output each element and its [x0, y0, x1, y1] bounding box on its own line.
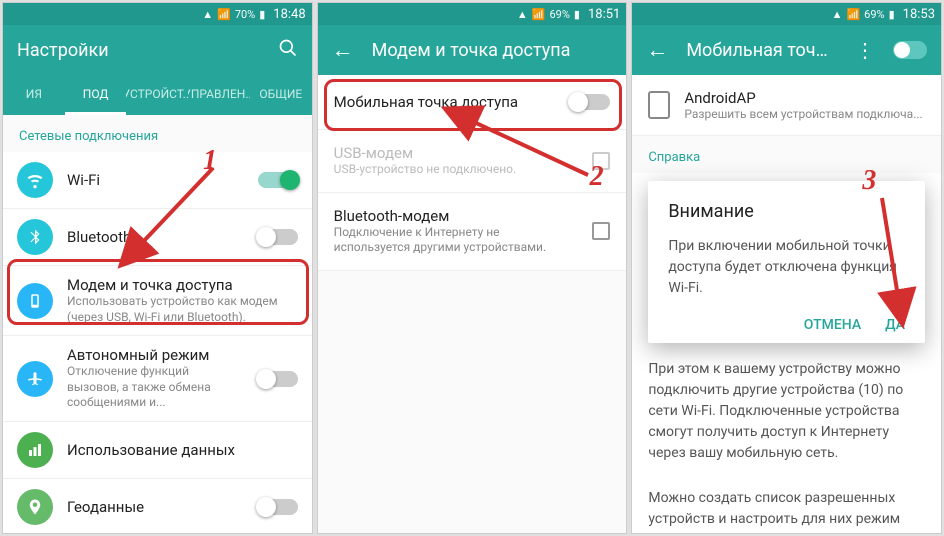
bluetooth-label: Bluetooth — [67, 228, 244, 246]
battery-icon: ▮ — [574, 8, 580, 21]
row-usb-modem: USB-модем USB-устройство не подключено. — [318, 130, 627, 193]
wifi-icon — [17, 162, 53, 198]
location-label: Геоданные — [67, 498, 244, 516]
hotspot-label: Мобильная точка доступа — [334, 93, 557, 111]
tab-4[interactable]: УПРАВЛЕН... — [188, 75, 250, 115]
annotation-number-3: 3 — [862, 165, 876, 197]
row-airplane[interactable]: Автономный режим Отключение функций вызо… — [3, 336, 312, 422]
airplane-label: Автономный режим — [67, 346, 244, 364]
help-text-2: Можно создать список разрешенных устройс… — [632, 476, 941, 534]
page-title: Настройки — [17, 40, 260, 61]
tethering-label: Модем и точка доступа — [67, 276, 298, 294]
section-network: Сетевые подключения — [3, 115, 312, 152]
screen-tethering: ▲ 📶 69% ▮ 18:51 ← Модем и точка доступа … — [317, 2, 628, 534]
status-bar: ▲ 📶 70% ▮ 18:48 — [3, 3, 312, 25]
app-bar: Настройки — [3, 25, 312, 75]
row-tethering[interactable]: Модем и точка доступа Использовать устро… — [3, 266, 312, 336]
row-wifi[interactable]: Wi-Fi — [3, 152, 312, 209]
annotation-number-1: 1 — [203, 145, 217, 177]
airplane-sub: Отключение функций вызовов, а также обме… — [67, 364, 244, 411]
signal-icon: 📶 — [846, 8, 860, 21]
search-icon[interactable] — [278, 38, 298, 63]
ap-name: AndroidAP — [684, 89, 925, 107]
clock: 18:53 — [903, 7, 935, 22]
tethering-icon — [17, 283, 53, 319]
ap-sub: Разрешить всем устройствам подключа... — [684, 107, 925, 121]
cancel-button[interactable]: ОТМЕНА — [804, 317, 861, 333]
battery-text: 69% — [549, 8, 569, 21]
dialog-attention: Внимание При включении мобильной точки д… — [648, 181, 925, 343]
tab-5[interactable]: ОБЩИЕ — [250, 75, 312, 115]
airplane-icon — [17, 361, 53, 397]
row-datausage[interactable]: Использование данных — [3, 422, 312, 479]
page-title: Мобильная точка дост... — [686, 40, 837, 61]
app-bar: ← Мобильная точка дост... ⋮ — [632, 25, 941, 75]
clock: 18:48 — [273, 7, 305, 22]
back-icon[interactable]: ← — [646, 37, 668, 63]
wifi-label: Wi-Fi — [67, 171, 244, 189]
tab-3[interactable]: УСТРОЙСТ... — [126, 75, 188, 115]
battery-icon: ▮ — [889, 8, 895, 21]
datausage-icon — [17, 432, 53, 468]
signal-icon: 📶 — [532, 8, 546, 21]
usb-label: USB-модем — [334, 144, 579, 162]
tab-2[interactable]: ПОД — [65, 75, 127, 115]
screen-hotspot: ▲ 📶 69% ▮ 18:53 ← Мобильная точка дост..… — [631, 2, 942, 534]
ok-button[interactable]: ДА — [885, 317, 905, 333]
device-icon — [648, 91, 670, 119]
hotspot-toggle[interactable] — [570, 94, 610, 110]
bluetooth-icon — [17, 219, 53, 255]
datausage-label: Использование данных — [67, 441, 298, 459]
row-bt-modem[interactable]: Bluetooth-модем Подключение к Интернету … — [318, 193, 627, 271]
row-bluetooth[interactable]: Bluetooth — [3, 209, 312, 266]
wifi-icon: ▲ — [517, 8, 528, 21]
usb-sub: USB-устройство не подключено. — [334, 162, 579, 178]
wifi-icon: ▲ — [832, 8, 843, 21]
back-icon[interactable]: ← — [332, 37, 354, 63]
annotation-number-2: 2 — [590, 161, 604, 193]
battery-text: 70% — [235, 8, 255, 21]
btm-checkbox[interactable] — [592, 222, 610, 240]
wifi-icon: ▲ — [202, 8, 213, 21]
row-mobile-hotspot[interactable]: Мобильная точка доступа — [318, 75, 627, 130]
more-icon[interactable]: ⋮ — [855, 38, 875, 62]
signal-icon: 📶 — [217, 8, 231, 21]
airplane-toggle[interactable] — [258, 371, 298, 387]
section-help: Справка — [632, 136, 941, 173]
dialog-title: Внимание — [668, 201, 905, 222]
page-title: Модем и точка доступа — [372, 40, 613, 61]
screen-settings: ▲ 📶 70% ▮ 18:48 Настройки ИЯ ПОД УСТРОЙС… — [2, 2, 313, 534]
bluetooth-toggle[interactable] — [258, 229, 298, 245]
hotspot-master-toggle[interactable] — [893, 41, 927, 59]
dialog-text: При включении мобильной точки доступа бу… — [668, 236, 905, 299]
location-toggle[interactable] — [258, 499, 298, 515]
btm-sub: Подключение к Интернету не используется … — [334, 225, 579, 256]
status-bar: ▲ 📶 69% ▮ 18:51 — [318, 3, 627, 25]
row-ap[interactable]: AndroidAP Разрешить всем устройствам под… — [632, 75, 941, 136]
status-bar: ▲ 📶 69% ▮ 18:53 — [632, 3, 941, 25]
row-location[interactable]: Геоданные — [3, 479, 312, 534]
battery-text: 69% — [864, 8, 884, 21]
tethering-sub: Использовать устройство как модем (через… — [67, 294, 298, 325]
wifi-toggle[interactable] — [258, 172, 298, 188]
battery-icon: ▮ — [259, 8, 265, 21]
clock: 18:51 — [588, 7, 620, 22]
tab-1[interactable]: ИЯ — [3, 75, 65, 115]
location-icon — [17, 489, 53, 525]
tabs: ИЯ ПОД УСТРОЙСТ... УПРАВЛЕН... ОБЩИЕ — [3, 75, 312, 115]
btm-label: Bluetooth-модем — [334, 207, 579, 225]
app-bar: ← Модем и точка доступа — [318, 25, 627, 75]
